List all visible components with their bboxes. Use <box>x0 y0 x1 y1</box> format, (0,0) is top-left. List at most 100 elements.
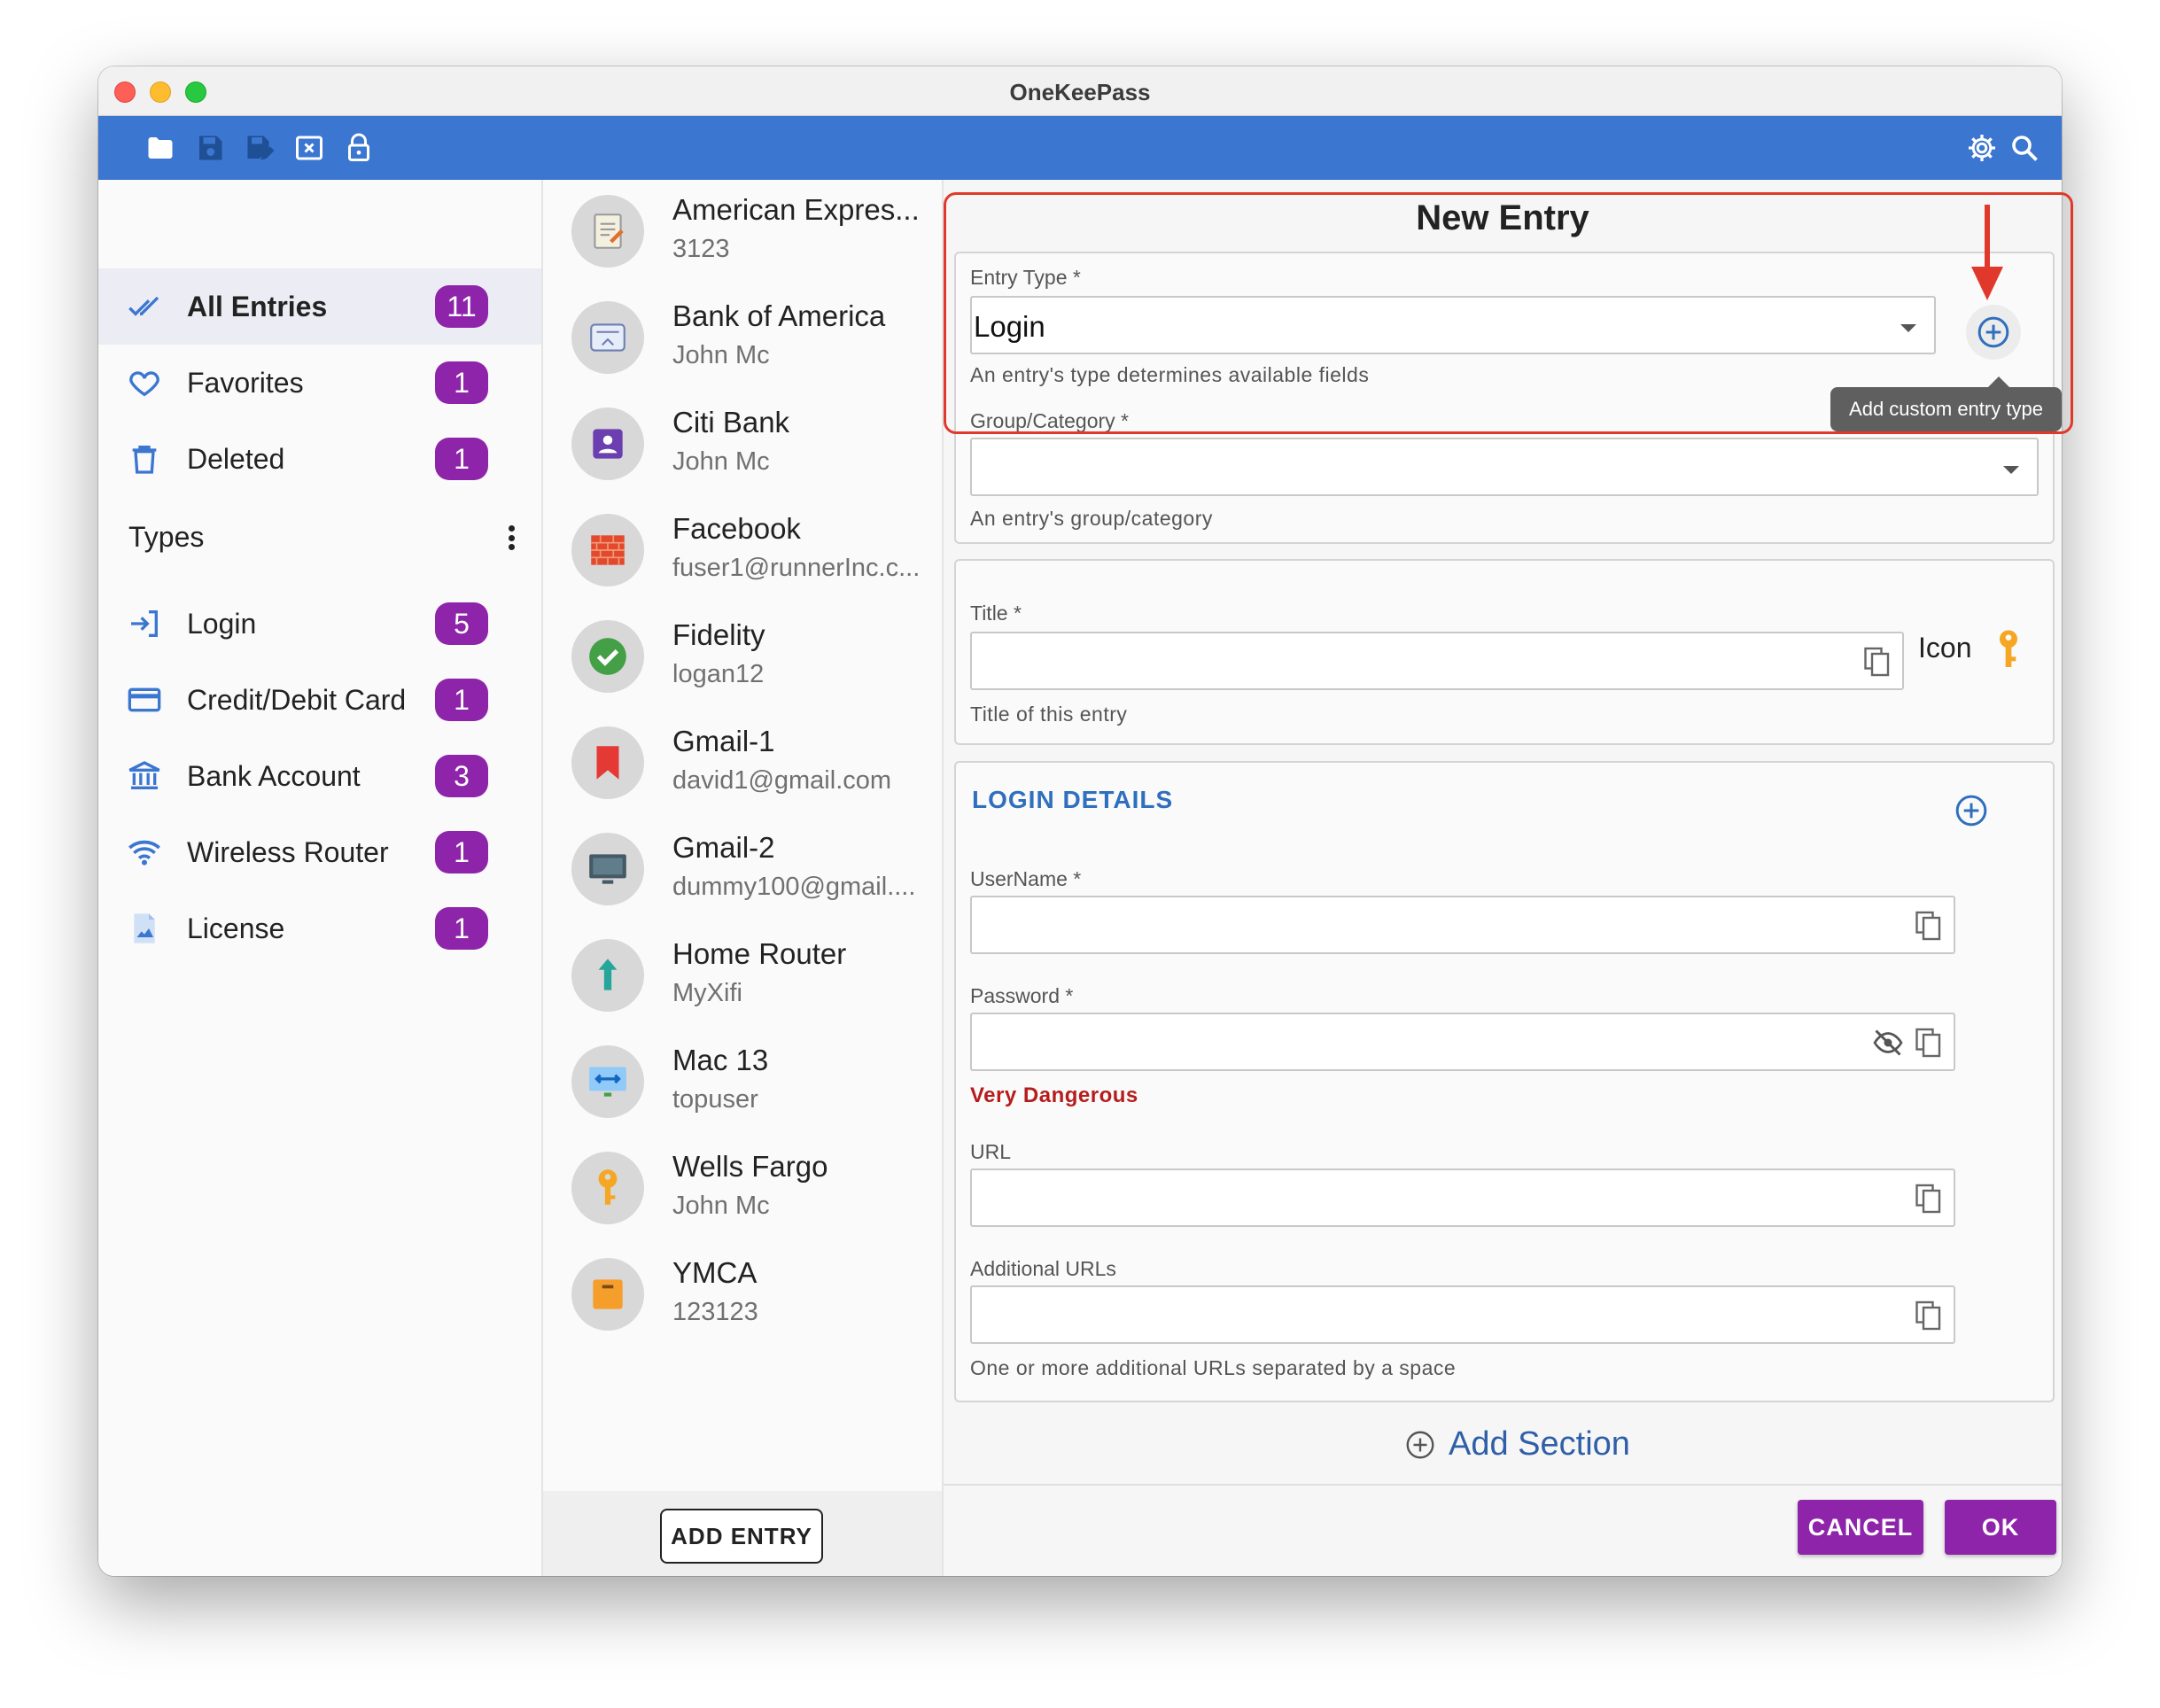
list-item[interactable]: Wells Fargo John Mc <box>543 1137 942 1243</box>
list-item[interactable]: Home Router MyXifi <box>543 924 942 1030</box>
add-field-icon[interactable] <box>1954 793 1989 828</box>
entry-subtitle: John Mc <box>672 447 770 476</box>
additional-urls-label: Additional URLs <box>970 1257 1116 1280</box>
count-badge: 1 <box>435 907 488 950</box>
list-item[interactable]: Gmail-1 david1@gmail.com <box>543 711 942 818</box>
additional-urls-input[interactable] <box>970 1285 1955 1344</box>
login-details-card: LOGIN DETAILS UserName * Password * Very… <box>954 761 2055 1402</box>
search-icon[interactable] <box>2007 130 2042 166</box>
list-item[interactable]: Facebook fuser1@runnerInc.c... <box>543 499 942 605</box>
person-card-icon <box>571 408 644 480</box>
folder-open-icon[interactable] <box>143 130 178 166</box>
save-icon[interactable] <box>192 130 228 166</box>
url-input[interactable] <box>970 1168 1955 1227</box>
title-helper: Title of this entry <box>970 703 1128 726</box>
sidebar-item-label: Credit/Debit Card <box>187 683 407 716</box>
bank-card-icon <box>571 301 644 374</box>
additional-urls-helper: One or more additional URLs separated by… <box>970 1356 1457 1379</box>
count-badge: 1 <box>435 679 488 721</box>
username-input[interactable] <box>970 896 1955 954</box>
list-item[interactable]: Bank of America John Mc <box>543 286 942 392</box>
group-label: Group/Category * <box>970 409 1129 432</box>
heart-icon <box>125 363 164 402</box>
app-window: OneKeePass All Entries 11 Favorites 1 De… <box>98 66 2062 1576</box>
add-section-button[interactable]: Add Section <box>1404 1425 1630 1463</box>
entry-title: Wells Fargo <box>672 1150 828 1183</box>
sidebar-item-credit-card[interactable]: Credit/Debit Card 1 <box>98 662 541 738</box>
entry-subtitle: dummy100@gmail.... <box>672 873 916 901</box>
entry-subtitle: fuser1@runnerInc.c... <box>672 554 921 582</box>
key-icon <box>571 1152 644 1224</box>
sidebar-item-bank-account[interactable]: Bank Account 3 <box>98 738 541 814</box>
entry-type-helper: An entry's type determines available fie… <box>970 363 1370 386</box>
sidebar-item-wireless-router[interactable]: Wireless Router 1 <box>98 814 541 890</box>
entry-title: YMCA <box>672 1256 758 1289</box>
group-select[interactable] <box>970 438 2039 496</box>
entry-title: Citi Bank <box>672 406 790 439</box>
types-header: Types <box>128 521 205 553</box>
list-item[interactable]: Mac 13 topuser <box>543 1030 942 1137</box>
annotation-arrow <box>1968 205 2007 302</box>
toolbar <box>98 116 2062 180</box>
close-database-icon[interactable] <box>291 130 327 166</box>
more-vert-icon[interactable] <box>502 520 520 555</box>
entry-subtitle: 123123 <box>672 1298 758 1326</box>
visibility-off-icon[interactable] <box>1872 1025 1904 1060</box>
sidebar: All Entries 11 Favorites 1 Deleted 1 Typ… <box>98 180 543 1576</box>
sidebar-item-label: All Entries <box>187 290 328 322</box>
add-entry-button[interactable]: ADD ENTRY <box>660 1509 823 1564</box>
lock-icon[interactable] <box>341 130 377 166</box>
add-custom-entry-type-tooltip: Add custom entry type <box>1830 387 2062 431</box>
password-strength: Very Dangerous <box>970 1083 1138 1107</box>
sidebar-item-login[interactable]: Login 5 <box>98 586 541 662</box>
list-item[interactable]: YMCA 123123 <box>543 1243 942 1349</box>
credit-card-icon <box>125 680 164 719</box>
url-label: URL <box>970 1140 1012 1163</box>
cancel-button[interactable]: CANCEL <box>1798 1500 1923 1555</box>
bank-icon <box>125 757 164 796</box>
sidebar-item-label: Deleted <box>187 442 285 475</box>
folder-icon <box>571 1258 644 1331</box>
entry-type-select[interactable]: Login <box>970 296 1936 354</box>
save-as-icon[interactable] <box>242 130 277 166</box>
upload-arrow-icon <box>571 939 644 1012</box>
display-arrows-icon <box>571 1045 644 1118</box>
license-icon <box>125 909 164 948</box>
sidebar-item-deleted[interactable]: Deleted 1 <box>98 421 541 497</box>
key-icon[interactable] <box>1991 626 2026 672</box>
check-circle-icon <box>571 620 644 693</box>
copy-icon[interactable] <box>1913 1181 1945 1216</box>
count-badge: 1 <box>435 361 488 404</box>
copy-icon[interactable] <box>1913 1298 1945 1333</box>
password-input[interactable] <box>970 1013 1955 1071</box>
copy-icon[interactable] <box>1861 644 1893 679</box>
settings-icon[interactable] <box>1964 130 2000 166</box>
trash-icon <box>125 439 164 478</box>
notepad-icon <box>571 195 644 268</box>
list-item[interactable]: American Expres... 3123 <box>543 180 942 286</box>
list-item[interactable]: Gmail-2 dummy100@gmail.... <box>543 818 942 924</box>
copy-icon[interactable] <box>1913 1025 1945 1060</box>
sidebar-item-favorites[interactable]: Favorites 1 <box>98 345 541 421</box>
sidebar-item-license[interactable]: License 1 <box>98 890 541 967</box>
entry-subtitle: topuser <box>672 1085 758 1114</box>
icon-label: Icon <box>1918 632 1972 664</box>
add-custom-entry-type-button[interactable] <box>1966 305 2021 360</box>
count-badge: 5 <box>435 602 488 645</box>
sidebar-item-all-entries[interactable]: All Entries 11 <box>98 268 541 345</box>
list-item[interactable]: Fidelity logan12 <box>543 605 942 711</box>
entry-title: Bank of America <box>672 299 886 332</box>
sidebar-item-label: Bank Account <box>187 759 361 792</box>
password-label: Password * <box>970 984 1074 1007</box>
entry-subtitle: logan12 <box>672 660 765 688</box>
entry-subtitle: John Mc <box>672 1192 770 1220</box>
entry-list-footer: ADD ENTRY <box>543 1491 942 1576</box>
entry-title: Fidelity <box>672 618 765 651</box>
copy-icon[interactable] <box>1913 908 1945 943</box>
chevron-down-icon <box>1900 324 1916 332</box>
ok-button[interactable]: OK <box>1945 1500 2056 1555</box>
list-item[interactable]: Citi Bank John Mc <box>543 392 942 499</box>
title-input[interactable] <box>970 632 1904 690</box>
entry-subtitle: 3123 <box>672 235 730 263</box>
title-bar: OneKeePass <box>98 66 2062 116</box>
